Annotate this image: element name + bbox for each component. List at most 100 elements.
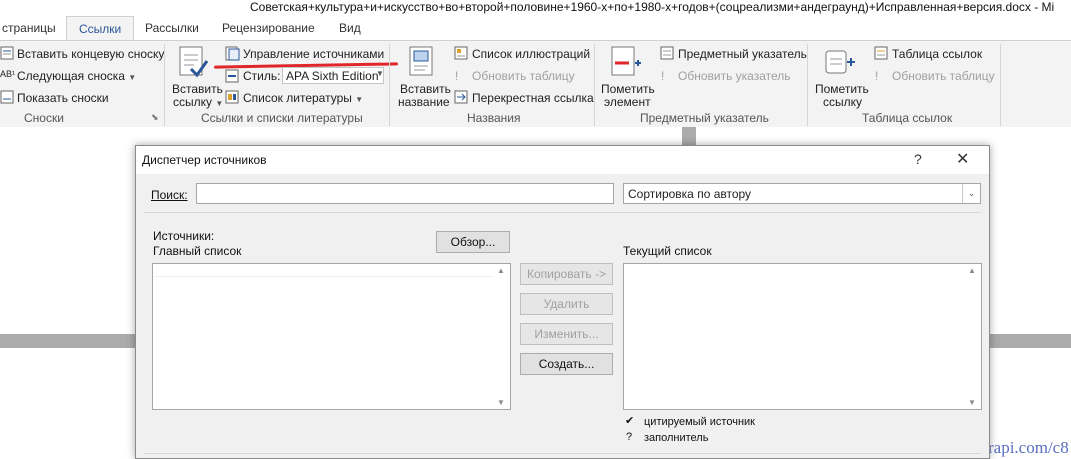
close-icon[interactable]: ✕ xyxy=(956,149,969,169)
tab-mailings[interactable]: Рассылки xyxy=(145,16,199,40)
legend-cited-label: цитируемый источник xyxy=(644,416,755,428)
bibliography-button[interactable]: Список литературы ▼ xyxy=(243,91,363,105)
sort-dropdown[interactable]: Сортировка по автору ⌄ xyxy=(623,183,981,204)
mark-citation-label-2[interactable]: ссылку xyxy=(823,95,862,109)
current-list[interactable]: ▲ ▼ xyxy=(623,263,982,410)
copy-button[interactable]: Копировать -> xyxy=(520,263,613,285)
help-icon[interactable]: ? xyxy=(914,151,922,167)
insert-caption-icon xyxy=(409,46,433,76)
delete-button[interactable]: Удалить xyxy=(520,293,613,315)
show-notes-icon xyxy=(0,90,14,104)
ruler-marker xyxy=(682,127,696,147)
mark-citation-label-1[interactable]: Пометить xyxy=(815,82,869,96)
chevron-down-icon: ▼ xyxy=(128,73,137,82)
endnote-icon xyxy=(0,46,14,60)
chevron-down-icon[interactable]: ⌄ xyxy=(962,184,980,203)
bibliography-label: Список литературы xyxy=(243,91,352,105)
bibliography-icon xyxy=(225,90,239,104)
chevron-down-icon: ▼ xyxy=(215,99,224,108)
mark-citation-icon xyxy=(825,50,855,74)
update-index-icon: ! xyxy=(661,69,665,83)
citation-style-value: APA Sixth Edition xyxy=(286,69,379,83)
next-footnote-button[interactable]: Следующая сноска ▼ xyxy=(17,69,136,83)
scroll-up-icon[interactable]: ▲ xyxy=(497,266,505,275)
manage-sources-button[interactable]: Управление источниками xyxy=(243,47,384,61)
insert-toa-button[interactable]: Таблица ссылок xyxy=(892,47,982,61)
browse-button[interactable]: Обзор... xyxy=(436,231,510,253)
group-separator xyxy=(389,44,390,126)
insert-index-icon xyxy=(660,46,674,60)
master-list-label: Главный список xyxy=(153,244,242,258)
update-table-figures-button[interactable]: Обновить таблицу xyxy=(472,69,575,83)
page-gap xyxy=(0,334,135,348)
insert-caption-label-1[interactable]: Вставить xyxy=(400,82,451,96)
new-button[interactable]: Создать... xyxy=(520,353,613,375)
insert-citation-button[interactable]: ссылку ▼ xyxy=(173,95,223,109)
scroll-down-icon[interactable]: ▼ xyxy=(968,398,976,407)
search-input[interactable] xyxy=(196,183,614,204)
current-list-scrollbar[interactable]: ▲ ▼ xyxy=(965,264,981,409)
update-toa-button[interactable]: Обновить таблицу xyxy=(892,69,995,83)
question-icon: ? xyxy=(626,431,633,443)
insert-toa-icon xyxy=(874,46,888,60)
tab-references[interactable]: Ссылки xyxy=(66,16,135,41)
chevron-down-icon: ▼ xyxy=(355,95,364,104)
show-notes-button[interactable]: Показать сноски xyxy=(17,91,109,105)
index-group-label: Предметный указатель xyxy=(640,111,769,125)
sources-label: Источники: xyxy=(153,229,215,243)
next-footnote-icon: AB¹ xyxy=(0,69,16,79)
master-list-scrollbar[interactable]: ▲ ▼ xyxy=(494,264,510,409)
tab-review[interactable]: Рецензирование xyxy=(222,16,315,40)
citation-style-dropdown[interactable]: APA Sixth Edition xyxy=(282,67,384,84)
insert-endnote-button[interactable]: Вставить концевую сноску xyxy=(17,47,164,61)
mark-entry-icon xyxy=(611,46,641,76)
dialog-launcher-icon[interactable]: ⬊ xyxy=(151,112,159,123)
legend-placeholder-label: заполнитель xyxy=(644,432,709,444)
tab-view[interactable]: Вид xyxy=(339,16,361,40)
scroll-up-icon[interactable]: ▲ xyxy=(968,266,976,275)
cross-reference-icon xyxy=(454,90,468,104)
dialog-title: Диспетчер источников xyxy=(142,153,267,167)
checkmark-icon: ✔ xyxy=(625,415,635,427)
sort-value: Сортировка по автору xyxy=(628,187,752,201)
insert-citation-icon xyxy=(179,46,209,78)
style-icon xyxy=(225,69,239,83)
group-separator xyxy=(1000,44,1001,126)
cross-reference-button[interactable]: Перекрестная ссылка xyxy=(472,91,594,105)
next-footnote-label: Следующая сноска xyxy=(17,69,125,83)
divider xyxy=(144,453,981,454)
window-title: Советская+культура+и+искусство+во+второй… xyxy=(250,0,1055,14)
insert-citation-label-2: ссылку xyxy=(173,95,213,109)
group-separator xyxy=(807,44,808,126)
source-manager-dialog: Диспетчер источников ? ✕ Поиск: Сортиров… xyxy=(135,145,990,459)
window-title-bar: Советская+культура+и+искусство+во+второй… xyxy=(0,0,1071,16)
list-item[interactable] xyxy=(154,276,494,277)
page-gap xyxy=(988,334,1071,348)
insert-citation-label-1[interactable]: Вставить xyxy=(172,82,223,96)
citations-group-label: Ссылки и списки литературы xyxy=(201,111,363,125)
dialog-title-bar: Диспетчер источников ? ✕ xyxy=(136,146,989,174)
scroll-down-icon[interactable]: ▼ xyxy=(497,398,505,407)
manage-sources-icon xyxy=(225,46,240,61)
update-index-button[interactable]: Обновить указатель xyxy=(678,69,791,83)
update-toa-icon: ! xyxy=(875,69,879,83)
divider xyxy=(144,212,981,213)
search-label: Поиск: xyxy=(151,188,188,202)
insert-caption-label-2[interactable]: название xyxy=(398,95,450,109)
style-label: Стиль: xyxy=(243,69,281,83)
edit-button[interactable]: Изменить... xyxy=(520,323,613,345)
insert-index-button[interactable]: Предметный указатель xyxy=(678,47,807,61)
table-of-figures-icon xyxy=(454,46,468,60)
mark-entry-label-2[interactable]: элемент xyxy=(604,95,651,109)
footnotes-group-label: Сноски xyxy=(24,111,64,125)
group-separator xyxy=(164,44,165,126)
mark-entry-label-1[interactable]: Пометить xyxy=(601,82,655,96)
watermark: rapi.com/c8 xyxy=(988,438,1069,457)
chevron-down-icon[interactable]: ▼ xyxy=(376,69,384,78)
captions-group-label: Названия xyxy=(467,111,521,125)
update-table-icon: ! xyxy=(455,69,459,83)
table-of-figures-button[interactable]: Список иллюстраций xyxy=(472,47,590,61)
toa-group-label: Таблица ссылок xyxy=(862,111,953,125)
tab-layout[interactable]: страницы xyxy=(2,16,56,40)
master-list[interactable]: ▲ ▼ xyxy=(152,263,511,410)
